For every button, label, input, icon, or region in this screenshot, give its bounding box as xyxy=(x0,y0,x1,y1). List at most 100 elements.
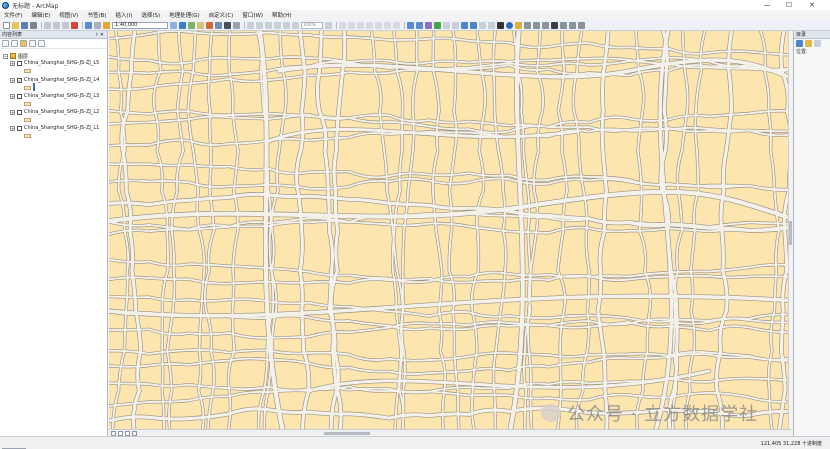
menu-selection[interactable]: 选择(S) xyxy=(141,11,160,19)
data-view-button[interactable] xyxy=(111,430,116,436)
layer-row[interactable]: + China_Shanghai_SHG-JS-ZJ_L2 xyxy=(10,108,99,116)
toc-pin-close-buttons[interactable]: ᚼ ✕ xyxy=(95,32,104,38)
redo-icon[interactable] xyxy=(94,21,101,29)
menu-view[interactable]: 视图(V) xyxy=(59,11,78,19)
identify-icon[interactable] xyxy=(506,21,513,29)
layer-visibility-checkbox[interactable] xyxy=(17,93,22,99)
editor-toolbar-icon[interactable] xyxy=(179,21,186,29)
save-icon[interactable] xyxy=(21,21,28,29)
hyperlink-icon[interactable] xyxy=(515,21,522,29)
layer-symbol-swatch[interactable] xyxy=(24,102,31,106)
expand-icon[interactable]: + xyxy=(10,125,15,131)
edit-tool-icon[interactable] xyxy=(348,21,355,29)
zoom-in-icon[interactable] xyxy=(407,21,414,29)
draw-icon[interactable] xyxy=(247,21,254,29)
menu-bookmarks[interactable]: 书签(B) xyxy=(87,11,106,19)
back-arrow-icon[interactable] xyxy=(461,21,468,29)
tool-icon[interactable] xyxy=(292,21,299,29)
map-vertical-scrollbar[interactable] xyxy=(788,31,792,429)
forward-arrow-icon[interactable] xyxy=(470,21,477,29)
menu-help[interactable]: 帮助(H) xyxy=(272,11,291,19)
select-elements-arrow-icon[interactable] xyxy=(497,21,504,29)
expand-icon[interactable]: + xyxy=(10,109,15,115)
edit-tool-icon[interactable] xyxy=(393,21,400,29)
layer-row[interactable]: + ✓ China_Shanghai_SHG-JS-ZJ_L4 xyxy=(10,76,99,84)
zoom-out-icon[interactable] xyxy=(416,21,423,29)
pan-hand-icon[interactable] xyxy=(425,21,432,29)
back-icon[interactable] xyxy=(796,40,803,47)
open-folder-icon[interactable] xyxy=(12,21,19,29)
find-route-icon[interactable] xyxy=(551,21,558,29)
search-window-icon[interactable] xyxy=(206,21,213,29)
catalog-icon[interactable] xyxy=(197,21,204,29)
fixed-zoom-in-icon[interactable] xyxy=(443,21,450,29)
edit-tool-icon[interactable] xyxy=(366,21,373,29)
layer-row[interactable]: + China_Shanghai_SHG-JS-ZJ_L5 xyxy=(10,59,99,67)
expand-icon[interactable]: + xyxy=(10,93,15,99)
measure-icon[interactable] xyxy=(533,21,540,29)
html-popup-icon[interactable] xyxy=(524,21,531,29)
select-features-icon[interactable] xyxy=(479,21,486,29)
add-data-icon[interactable] xyxy=(103,21,110,29)
menu-windows[interactable]: 窗口(W) xyxy=(242,11,263,19)
list-by-source-icon[interactable] xyxy=(11,40,18,47)
toc-options-icon[interactable] xyxy=(38,40,45,47)
clear-selection-icon[interactable] xyxy=(488,21,495,29)
edit-tool-icon[interactable] xyxy=(357,21,364,29)
close-button[interactable]: ✕ xyxy=(805,0,819,10)
delete-icon[interactable] xyxy=(71,21,78,29)
print-icon[interactable] xyxy=(30,21,37,29)
pause-drawing-button[interactable] xyxy=(132,430,137,436)
menu-file[interactable]: 文件(F) xyxy=(4,11,22,19)
expand-icon[interactable]: + xyxy=(10,60,15,66)
full-extent-icon[interactable] xyxy=(434,21,441,29)
layer-icon[interactable] xyxy=(265,21,272,29)
edit-tool-icon[interactable] xyxy=(375,21,382,29)
layer-visibility-checkbox[interactable]: ✓ xyxy=(17,77,22,83)
undo-icon[interactable] xyxy=(85,21,92,29)
refresh-button[interactable] xyxy=(125,430,130,436)
expand-icon[interactable]: + xyxy=(10,77,15,83)
find-icon[interactable] xyxy=(542,21,549,29)
list-by-visibility-icon[interactable] xyxy=(20,40,27,47)
menu-edit[interactable]: 编辑(E) xyxy=(31,11,50,19)
map-canvas[interactable] xyxy=(109,31,791,429)
layer-visibility-checkbox[interactable] xyxy=(17,125,22,131)
zoom-percent-box[interactable]: 100% xyxy=(301,21,323,29)
editor-menu-icon[interactable] xyxy=(339,21,346,29)
layout-view-button[interactable] xyxy=(118,430,123,436)
list-by-drawing-order-icon[interactable] xyxy=(2,40,9,47)
map-scale-input[interactable]: 1:40,000 xyxy=(112,21,168,29)
layer-visibility-checkbox[interactable] xyxy=(17,109,22,115)
minimize-button[interactable]: — xyxy=(760,0,774,10)
layer-symbol-swatch[interactable] xyxy=(24,86,31,90)
table-of-contents-icon[interactable] xyxy=(188,21,195,29)
menu-geoprocessing[interactable]: 地理处理(G) xyxy=(169,11,200,19)
go-to-xy-icon[interactable] xyxy=(560,21,567,29)
layer-symbol-swatch[interactable] xyxy=(24,118,31,122)
menu-customize[interactable]: 自定义(C) xyxy=(209,11,234,19)
collapse-icon[interactable]: − xyxy=(3,53,8,59)
layer-visibility-checkbox[interactable] xyxy=(17,60,22,66)
time-slider-icon[interactable] xyxy=(569,21,576,29)
scrollbar-thumb[interactable] xyxy=(789,221,792,245)
arctoolbox-icon[interactable] xyxy=(215,21,222,29)
layer-row[interactable]: + China_Shanghai_SHG-JS-ZJ_L3 xyxy=(10,92,99,100)
tool-icon[interactable] xyxy=(325,21,332,29)
tool-icon[interactable] xyxy=(274,21,281,29)
layer-row[interactable]: + China_Shanghai_SHG-JS-ZJ_L1 xyxy=(10,124,99,132)
layer-symbol-swatch[interactable] xyxy=(24,134,31,138)
cut-icon[interactable] xyxy=(44,21,51,29)
horizontal-scrollbar-thumb[interactable] xyxy=(324,432,370,435)
maximize-button[interactable]: ☐ xyxy=(782,0,796,10)
fixed-zoom-out-icon[interactable] xyxy=(452,21,459,29)
model-builder-icon[interactable] xyxy=(233,21,240,29)
edit-tool-icon[interactable] xyxy=(384,21,391,29)
tool-icon[interactable] xyxy=(283,21,290,29)
new-document-icon[interactable] xyxy=(3,21,10,29)
home-folder-icon[interactable] xyxy=(805,40,812,47)
catalog-options-icon[interactable] xyxy=(814,40,821,47)
paste-icon[interactable] xyxy=(62,21,69,29)
list-by-selection-icon[interactable] xyxy=(29,40,36,47)
python-icon[interactable] xyxy=(224,21,231,29)
